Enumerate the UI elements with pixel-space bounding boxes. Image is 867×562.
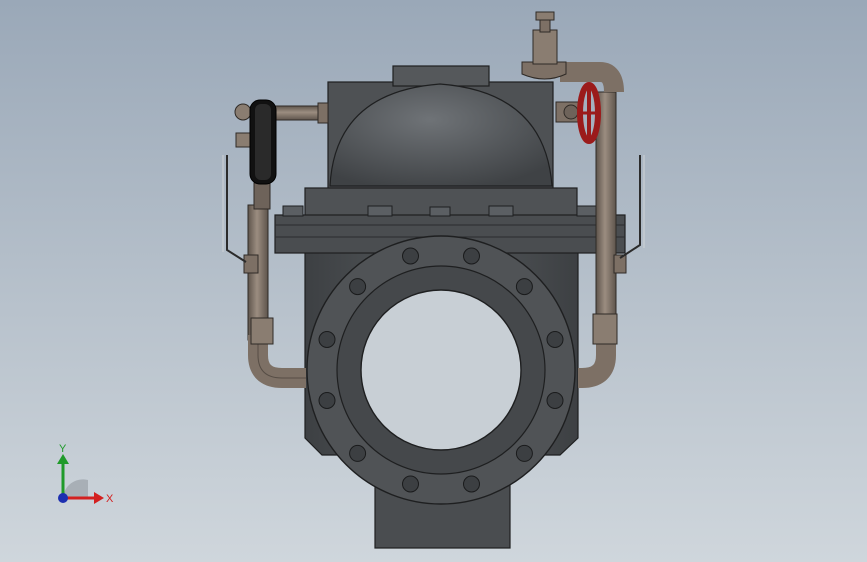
graphics-viewport[interactable]: Y X <box>0 0 867 562</box>
bolt-hole <box>402 475 419 493</box>
top-pilot-valve <box>521 11 567 80</box>
bolt-hole <box>318 331 336 348</box>
pressure-gauge <box>249 99 277 185</box>
coordinate-triad[interactable]: Y X <box>40 440 130 520</box>
left-bracket <box>226 155 247 263</box>
bolt-hole <box>349 444 367 462</box>
x-axis-arrow <box>94 492 104 504</box>
y-axis-arrow <box>57 454 69 464</box>
bolt-hole <box>402 247 419 265</box>
x-axis-label: X <box>106 493 114 505</box>
bolt-hole <box>515 444 533 462</box>
bolt-hole <box>349 278 367 296</box>
inlet-flange <box>306 235 576 505</box>
bolt-hole <box>515 278 533 296</box>
cover-top-boss <box>392 65 490 87</box>
bolt-hole <box>318 392 336 409</box>
valve-3d-model[interactable] <box>0 0 867 562</box>
red-handwheel <box>577 82 601 144</box>
bolt-hole <box>463 475 480 493</box>
bolt-hole <box>546 331 564 348</box>
y-axis-label: Y <box>59 443 67 455</box>
bolt-hole <box>463 247 480 265</box>
z-axis-dot <box>58 493 68 503</box>
bolt-hole <box>546 392 564 409</box>
